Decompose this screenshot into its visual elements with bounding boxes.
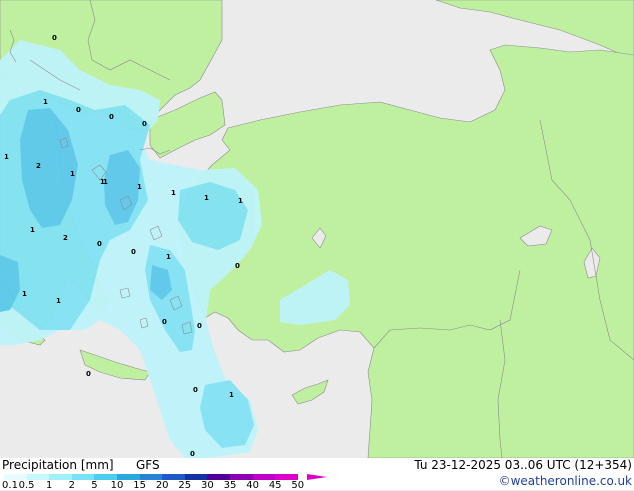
weather-map-page: 0 1 0 0 0 1 2 1 1 1 1 1 1 2 0 0 1 0 1 1 …: [0, 0, 634, 491]
point-value: 0: [197, 322, 202, 330]
point-value: 2: [36, 162, 41, 170]
colorbar-arrow: [307, 474, 327, 480]
colorbar-tick-label: 45: [268, 480, 282, 491]
point-value: 0: [131, 248, 136, 256]
point-value: 1: [100, 178, 105, 186]
point-value: 0: [193, 386, 198, 394]
point-value: 1: [30, 226, 35, 234]
point-value: 0: [97, 240, 102, 248]
colorbar-tick-label: 5: [91, 480, 98, 491]
point-value: 1: [4, 153, 9, 161]
point-value: 1: [166, 253, 171, 261]
point-value: 0: [235, 262, 240, 270]
point-value: 1: [238, 197, 243, 205]
point-value: 0: [142, 120, 147, 128]
point-value: 1: [229, 391, 234, 399]
point-value: 0: [52, 34, 57, 42]
point-value: 0: [190, 450, 195, 458]
point-value: 0: [162, 318, 167, 326]
point-value: 1: [171, 189, 176, 197]
point-value: 1: [70, 170, 75, 178]
point-value: 1: [204, 194, 209, 202]
model-name: GFS: [136, 458, 160, 472]
colorbar-tick-label: 10: [110, 480, 124, 491]
map-title: Precipitation [mm]: [2, 458, 114, 472]
valid-time: Tu 23-12-2025 03..06 UTC (12+354): [414, 458, 632, 472]
colorbar-tick-label: 2: [68, 480, 75, 491]
point-value: 1: [56, 297, 61, 305]
point-value: 0: [76, 106, 81, 114]
precipitation-map: 0 1 0 0 0 1 2 1 1 1 1 1 1 2 0 0 1 0 1 1 …: [0, 0, 634, 458]
point-value: 1: [137, 183, 142, 191]
colorbar-tick-label: 25: [178, 480, 192, 491]
colorbar-tick-label: 1: [46, 480, 53, 491]
colorbar-tick-label: 0.1: [2, 480, 18, 491]
colorbar-tick-label: 35: [223, 480, 237, 491]
point-value: 0: [109, 113, 114, 121]
credit-link[interactable]: ©weatheronline.co.uk: [499, 474, 632, 488]
point-value: 1: [22, 290, 27, 298]
colorbar-tick-label: 20: [155, 480, 169, 491]
point-value: 1: [43, 98, 48, 106]
point-value: 2: [63, 234, 68, 242]
colorbar-tick-label: 50: [291, 480, 305, 491]
colorbar-tick-label: 40: [246, 480, 259, 491]
colorbar-tick-label: 0.5: [18, 480, 35, 491]
point-value: 0: [86, 370, 91, 378]
colorbar-tick-label: 15: [133, 480, 146, 491]
colorbar-tick-label: 30: [201, 480, 214, 491]
